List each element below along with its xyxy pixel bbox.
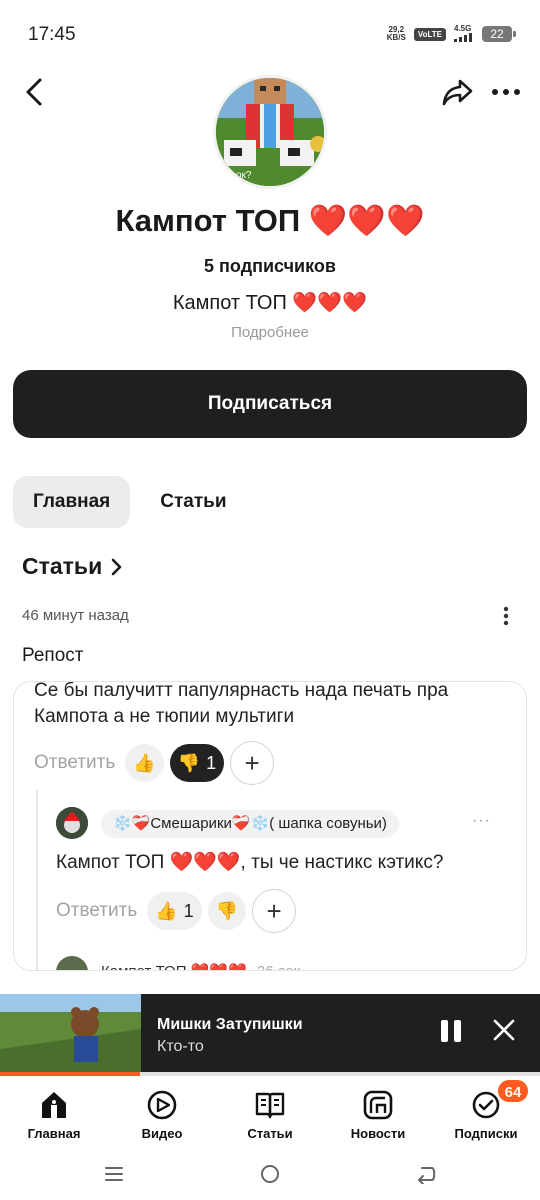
chevron-right-icon <box>111 558 122 575</box>
home-icon <box>42 1092 66 1118</box>
home-button[interactable] <box>259 1163 281 1185</box>
channel-title: Кампот ТОП ❤️❤️❤️ <box>115 203 425 238</box>
comment-text: Се бы палучитт папулярнасть нада печать … <box>34 681 449 727</box>
post-time: 46 минут назад <box>22 607 129 624</box>
channel-avatar[interactable]: ок? <box>213 75 327 189</box>
thumbs-up-icon: 👍 <box>155 900 178 921</box>
more-options-button[interactable] <box>490 80 522 104</box>
thumbs-down-icon: 👎 <box>177 752 201 773</box>
plus-icon: + <box>244 747 260 778</box>
reply-actions: Ответить 👍 1 👎 + <box>56 889 297 933</box>
add-reaction-button[interactable]: + <box>252 889 297 933</box>
nav-label: Главная <box>27 1126 81 1141</box>
status-time: 17:45 <box>28 24 76 45</box>
repost-label: Репост <box>22 645 84 666</box>
volte-badge: VoLTE <box>413 27 446 41</box>
reply-author-name[interactable]: ❄️❤️‍🩹Смешарики❤️‍🩹❄️( шапка совуньи) <box>101 810 399 838</box>
player-thumbnail <box>0 994 141 1072</box>
nav-label: Статьи <box>247 1126 293 1141</box>
like-count: 1 <box>183 900 194 921</box>
network-type: 4.5G <box>454 24 472 33</box>
nav-item-articles[interactable]: Статьи <box>216 1080 324 1146</box>
avatar-image: ок? <box>216 78 324 186</box>
system-navigation-bar <box>0 1150 540 1200</box>
next-reply-header: Кампот ТОП ❤️❤️❤️ 26 сек <box>101 962 300 970</box>
nav-label: Видео <box>141 1126 183 1141</box>
nav-label: Подписки <box>454 1126 518 1141</box>
post-menu-button[interactable] <box>498 604 514 628</box>
tab-main[interactable]: Главная <box>13 476 131 528</box>
subscribe-button[interactable]: Подписаться <box>13 370 527 438</box>
channel-description: Кампот ТОП ❤️❤️❤️ <box>172 292 368 314</box>
more-info-link[interactable]: Подробнее <box>0 324 540 341</box>
network-speed-unit: KB/S <box>386 33 406 42</box>
articles-icon <box>255 1092 285 1119</box>
network-speed: 29,2 KB/S <box>387 26 406 42</box>
avatar-image <box>56 807 88 839</box>
thread-line <box>36 790 38 970</box>
tab-articles[interactable]: Статьи <box>140 476 246 528</box>
nav-item-home[interactable]: Главная <box>0 1080 108 1146</box>
plus-icon: + <box>266 895 282 926</box>
nav-label: Новости <box>350 1126 406 1141</box>
subscriptions-badge: 64 <box>496 1078 530 1104</box>
back-button[interactable] <box>18 74 50 110</box>
status-icons: 29,2 KB/S VoLTE 4.5G 22 <box>387 24 516 44</box>
close-player-button[interactable] <box>492 1018 516 1042</box>
nav-item-news[interactable]: Новости <box>324 1080 432 1146</box>
system-back-button[interactable] <box>414 1164 438 1184</box>
add-reaction-button[interactable]: + <box>230 741 275 785</box>
signal-icon: 4.5G <box>454 24 474 44</box>
thumbnail-image <box>0 994 141 1072</box>
track-artist: Кто-то <box>157 1038 204 1055</box>
next-reply-author: Кампот ТОП ❤️❤️❤️ <box>101 963 247 970</box>
comment-actions: Ответить 👍 👎 1 + <box>34 741 275 785</box>
dislike-button[interactable]: 👎 1 <box>169 744 225 782</box>
nav-item-video[interactable]: Видео <box>108 1080 216 1146</box>
next-reply-time: 26 сек <box>257 963 300 970</box>
reply-author-avatar[interactable] <box>56 807 88 839</box>
channel-tabs: Главная Статьи <box>13 476 247 528</box>
articles-section-header[interactable]: Статьи <box>22 553 124 580</box>
video-icon <box>147 1090 177 1120</box>
reply-text: Кампот ТОП ❤️❤️❤️, ты че настикс кэтикс? <box>56 852 444 873</box>
track-title: Мишки Затупишки <box>157 1016 303 1033</box>
signal-bars-icon <box>454 33 472 42</box>
player-progress-fill <box>0 1072 141 1076</box>
dislike-button[interactable]: 👎 <box>207 892 247 930</box>
battery-icon: 22 <box>482 26 516 42</box>
pause-button[interactable] <box>438 1018 464 1044</box>
mini-player[interactable]: Мишки Затупишки Кто-то <box>0 994 540 1072</box>
thumbs-down-icon: 👎 <box>215 900 239 921</box>
player-progress-bar[interactable] <box>0 1072 540 1076</box>
next-reply-avatar <box>56 956 88 970</box>
reply-menu-button[interactable]: ··· <box>472 812 491 830</box>
news-icon <box>363 1090 393 1120</box>
nav-item-subscriptions[interactable]: Подписки 64 <box>432 1078 540 1146</box>
recent-apps-button[interactable] <box>103 1164 125 1184</box>
reply-button[interactable]: Ответить <box>56 900 137 922</box>
repost-card[interactable]: Се бы палучитт папулярнасть нада печать … <box>13 681 527 971</box>
reply-button[interactable]: Ответить <box>34 752 115 774</box>
dislike-count: 1 <box>206 752 217 773</box>
avatar-caption: ок? <box>236 170 252 181</box>
section-title: Статьи <box>22 553 103 579</box>
like-button[interactable]: 👍 1 <box>147 892 202 930</box>
subscriber-count: 5 подписчиков <box>204 256 336 276</box>
thumbs-up-icon: 👍 <box>133 752 156 773</box>
like-button[interactable]: 👍 <box>125 744 164 782</box>
share-button[interactable] <box>440 76 476 108</box>
status-bar: 17:45 29,2 KB/S VoLTE 4.5G 22 <box>0 0 540 70</box>
bottom-navigation: Главная Видео Статьи Новости Подписки 64 <box>0 1078 540 1146</box>
